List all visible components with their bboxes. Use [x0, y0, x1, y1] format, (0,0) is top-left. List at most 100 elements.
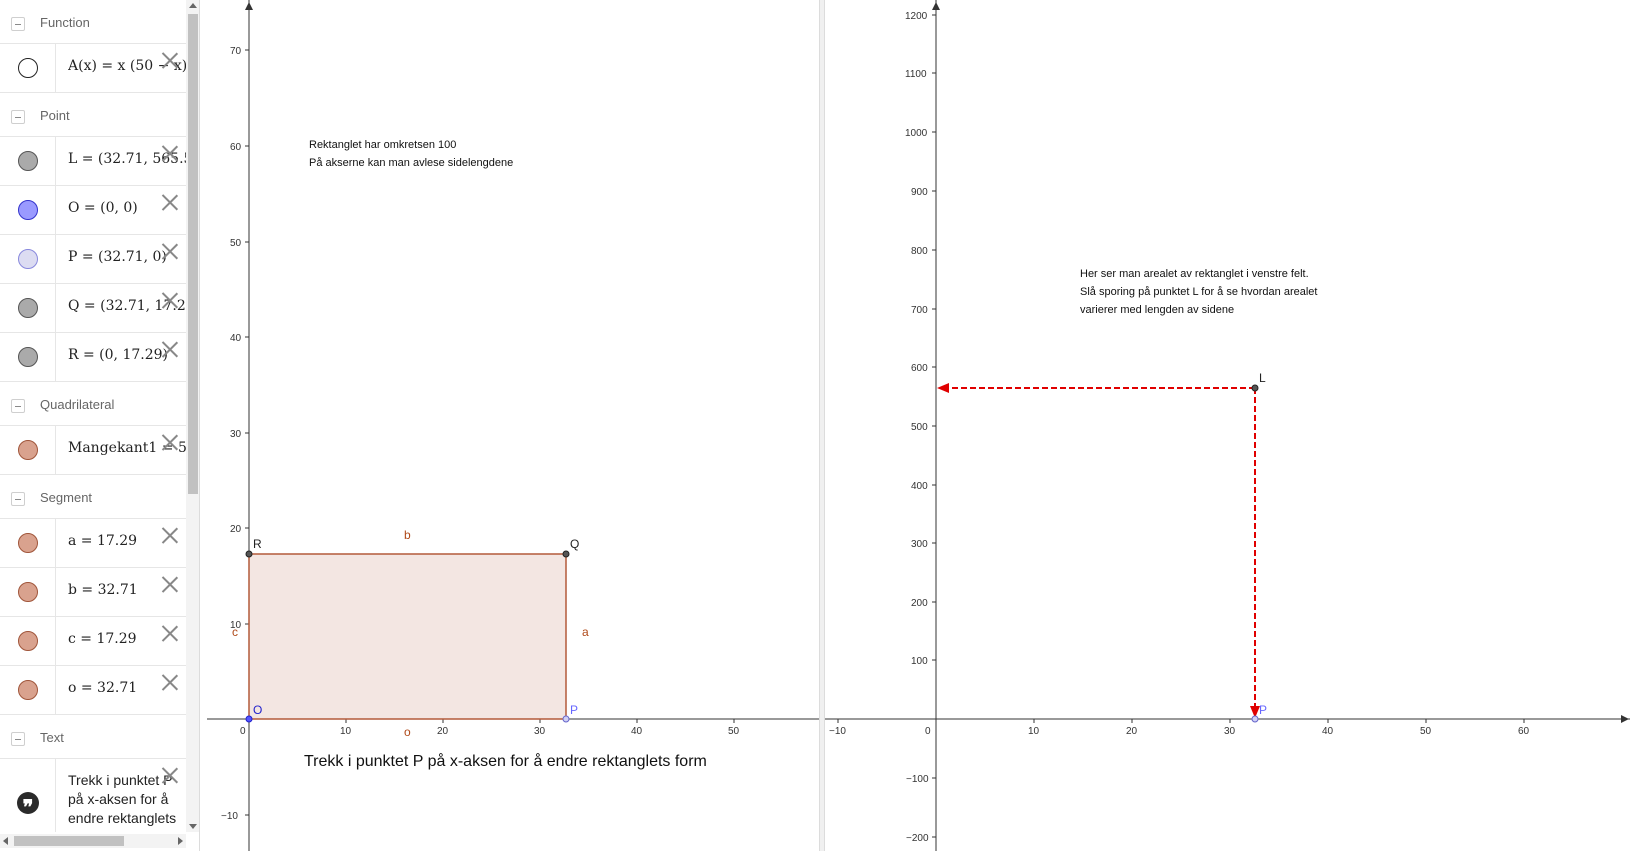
visibility-toggle[interactable]: [18, 582, 38, 602]
algebra-view: Function A(x) = x (50 − x) Point L = (32…: [0, 0, 200, 851]
chevron-left-icon[interactable]: [3, 837, 8, 845]
algebra-item-L[interactable]: L = (32.71, 565.5): [0, 137, 186, 186]
close-icon[interactable]: [160, 241, 180, 261]
x-tick-label: 40: [1322, 726, 1334, 737]
algebra-list: Function A(x) = x (50 − x) Point L = (32…: [0, 0, 186, 832]
x-tick-label: 30: [534, 726, 546, 737]
algebra-item-b[interactable]: b = 32.71: [0, 568, 186, 617]
visibility-toggle[interactable]: [18, 249, 38, 269]
group-label: Segment: [40, 490, 93, 505]
y-axis-arrow: [932, 2, 940, 10]
algebra-item-o[interactable]: o = 32.71: [0, 666, 186, 715]
x-tick-label: 20: [437, 726, 449, 737]
point-P[interactable]: [1251, 715, 1259, 723]
visibility-toggle[interactable]: [18, 440, 38, 460]
y-tick-label: 900: [911, 187, 928, 198]
group-label: Point: [40, 108, 70, 123]
segment-label-c: c: [232, 625, 238, 639]
visibility-toggle[interactable]: [18, 151, 38, 171]
horizontal-scrollbar[interactable]: [0, 834, 186, 848]
group-header-text[interactable]: Text: [0, 715, 186, 759]
algebra-item-A[interactable]: A(x) = x (50 − x): [0, 44, 186, 93]
minus-icon[interactable]: [11, 732, 25, 746]
algebra-item-O[interactable]: O = (0, 0): [0, 186, 186, 235]
x-tick-label: 0: [240, 726, 246, 737]
group-header-segment[interactable]: Segment: [0, 475, 186, 519]
group-header-point[interactable]: Point: [0, 93, 186, 137]
point-label-L: L: [1259, 371, 1266, 385]
visibility-toggle[interactable]: [18, 298, 38, 318]
close-icon[interactable]: [160, 50, 180, 70]
x-tick-label: 10: [1028, 726, 1040, 737]
close-icon[interactable]: [160, 339, 180, 359]
algebra-item-mangekant[interactable]: Mangekant1 = 565.5: [0, 426, 186, 475]
point-R[interactable]: [245, 550, 253, 558]
algebra-item-Q[interactable]: Q = (32.71, 17.29): [0, 284, 186, 333]
close-icon[interactable]: [160, 672, 180, 692]
graphics-view-2[interactable]: −10 0 10 20 30 40 50 60 −200 −100 100 20…: [825, 0, 1630, 851]
group-label: Quadrilateral: [40, 397, 115, 412]
group-header-quadrilateral[interactable]: Quadrilateral: [0, 382, 186, 426]
algebra-item-R[interactable]: R = (0, 17.29): [0, 333, 186, 382]
y-tick-label: 300: [911, 539, 928, 550]
quote-icon[interactable]: ❞: [17, 792, 39, 819]
y-tick-marks: [932, 14, 936, 838]
visibility-toggle[interactable]: [18, 680, 38, 700]
algebra-item-P[interactable]: P = (32.71, 0): [0, 235, 186, 284]
text-line: På akserne kan man avlese sidelengdene: [309, 157, 513, 169]
minus-icon[interactable]: [11, 17, 25, 31]
segment-label-a: a: [582, 625, 589, 639]
close-icon[interactable]: [160, 623, 180, 643]
close-icon[interactable]: [160, 192, 180, 212]
close-icon[interactable]: [160, 765, 180, 785]
x-tick-label: 40: [631, 726, 643, 737]
point-Q[interactable]: [562, 550, 570, 558]
minus-icon[interactable]: [11, 492, 25, 506]
close-icon[interactable]: [160, 143, 180, 163]
point-P[interactable]: [562, 715, 570, 723]
y-tick-label: −100: [906, 774, 929, 785]
minus-icon[interactable]: [11, 110, 25, 124]
point-label-R: R: [253, 537, 262, 551]
text-line: Her ser man arealet av rektanglet i vens…: [1080, 268, 1309, 280]
close-icon[interactable]: [160, 290, 180, 310]
y-tick-label: 50: [230, 238, 242, 249]
point-O[interactable]: [245, 715, 253, 723]
vertical-scrollbar[interactable]: [186, 0, 199, 832]
group-header-function[interactable]: Function: [0, 0, 186, 44]
visibility-toggle[interactable]: [18, 347, 38, 367]
x-tick-label: 50: [728, 726, 740, 737]
y-tick-label: 1000: [905, 128, 928, 139]
close-icon[interactable]: [160, 574, 180, 594]
y-tick-label: 60: [230, 142, 242, 153]
visibility-toggle[interactable]: [18, 200, 38, 220]
visibility-toggle[interactable]: [18, 533, 38, 553]
algebra-item-c[interactable]: c = 17.29: [0, 617, 186, 666]
y-tick-label: 400: [911, 481, 928, 492]
point-L[interactable]: [1251, 384, 1259, 392]
visibility-toggle[interactable]: [18, 58, 38, 78]
x-axis-arrow: [1621, 715, 1629, 723]
scrollbar-thumb[interactable]: [188, 14, 198, 494]
visibility-toggle[interactable]: [18, 631, 38, 651]
chevron-right-icon[interactable]: [178, 837, 183, 845]
algebra-item-a[interactable]: a = 17.29: [0, 519, 186, 568]
x-tick-label: 60: [1518, 726, 1530, 737]
x-tick-label: 50: [1420, 726, 1432, 737]
x-tick-label: −10: [829, 726, 846, 737]
graphics-view-1[interactable]: 0 10 20 30 40 50 −10 10 20 30 40 50 60 7…: [207, 0, 819, 851]
close-icon[interactable]: [160, 432, 180, 452]
y-tick-label: 700: [911, 305, 928, 316]
scrollbar-thumb[interactable]: [14, 836, 124, 846]
segment-label-b: b: [404, 528, 411, 542]
x-tick-marks: [837, 719, 1525, 723]
point-label-P: P: [1259, 703, 1267, 717]
algebra-item-text1[interactable]: ❞ Trekk i punktet P på x-aksen for å end…: [0, 759, 186, 832]
chevron-up-icon[interactable]: [189, 3, 197, 8]
text-line: Slå sporing på punktet L for å se hvorda…: [1080, 286, 1317, 298]
point-label-P: P: [570, 703, 578, 717]
arrowhead-left: [937, 383, 949, 393]
close-icon[interactable]: [160, 525, 180, 545]
chevron-down-icon[interactable]: [189, 824, 197, 829]
minus-icon[interactable]: [11, 399, 25, 413]
